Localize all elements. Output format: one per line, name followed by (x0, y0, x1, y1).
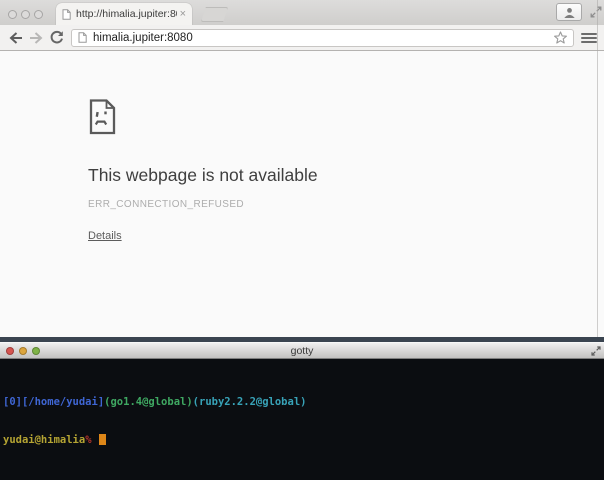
terminal-titlebar[interactable]: gotty (0, 342, 604, 359)
browser-window-controls (8, 10, 43, 19)
error-page: This webpage is not available ERR_CONNEC… (88, 99, 558, 242)
terminal-line: yudai@himalia% (3, 433, 601, 447)
prompt-path: [0][/home/yudai] (3, 396, 105, 408)
terminal-output[interactable]: [0][/home/yudai](go1.4@global)(ruby2.2.2… (0, 359, 604, 480)
browser-window-edge (597, 0, 598, 337)
tab-close-icon[interactable]: × (180, 9, 186, 20)
page-icon (62, 8, 71, 20)
browser-toolbar: himalia.jupiter:8080 (0, 25, 604, 51)
bookmark-star-icon[interactable] (554, 31, 567, 44)
refresh-icon (50, 30, 63, 44)
terminal-cursor (98, 433, 106, 445)
page-icon (78, 32, 87, 43)
back-button[interactable] (6, 28, 26, 48)
back-arrow-icon (9, 31, 22, 44)
browser-tab[interactable]: http://himalia.jupiter:808 × (56, 3, 192, 25)
terminal-line: [0][/home/yudai](go1.4@global)(ruby2.2.2… (3, 396, 601, 409)
chrome-menu-button[interactable] (580, 30, 598, 46)
terminal-title: gotty (290, 345, 314, 357)
tab-strip: http://himalia.jupiter:808 × (0, 0, 604, 25)
address-bar[interactable]: himalia.jupiter:8080 (71, 28, 574, 47)
prompt-user-host: yudai@himalia (3, 433, 86, 446)
browser-window: http://himalia.jupiter:808 × himalia.jup… (0, 0, 604, 337)
fullscreen-expand-icon[interactable] (590, 6, 602, 18)
close-window-button[interactable] (8, 10, 17, 19)
error-code: ERR_CONNECTION_REFUSED (88, 199, 245, 210)
prompt-ruby-version: (ruby2.2.2@global) (192, 396, 307, 408)
refresh-button[interactable] (46, 28, 66, 48)
new-tab-button[interactable] (201, 7, 228, 22)
prompt-symbol: % (85, 433, 98, 446)
hamburger-icon (581, 32, 597, 35)
forward-arrow-icon (30, 31, 43, 44)
details-link[interactable]: Details (88, 230, 122, 242)
user-icon (563, 7, 575, 18)
sad-page-icon (89, 99, 116, 135)
tab-title: http://himalia.jupiter:808 (76, 8, 177, 20)
terminal-window: gotty [0][/home/yudai](go1.4@global)(rub… (0, 342, 604, 480)
zoom-window-button[interactable] (34, 10, 43, 19)
error-heading: This webpage is not available (88, 165, 318, 185)
url-text[interactable]: himalia.jupiter:8080 (93, 32, 554, 44)
profile-button[interactable] (556, 3, 582, 21)
forward-button[interactable] (26, 28, 46, 48)
prompt-go-version: (go1.4@global) (104, 396, 193, 408)
minimize-window-button[interactable] (21, 10, 30, 19)
resize-grip-icon[interactable] (591, 346, 601, 356)
screen: http://himalia.jupiter:808 × himalia.jup… (0, 0, 604, 480)
